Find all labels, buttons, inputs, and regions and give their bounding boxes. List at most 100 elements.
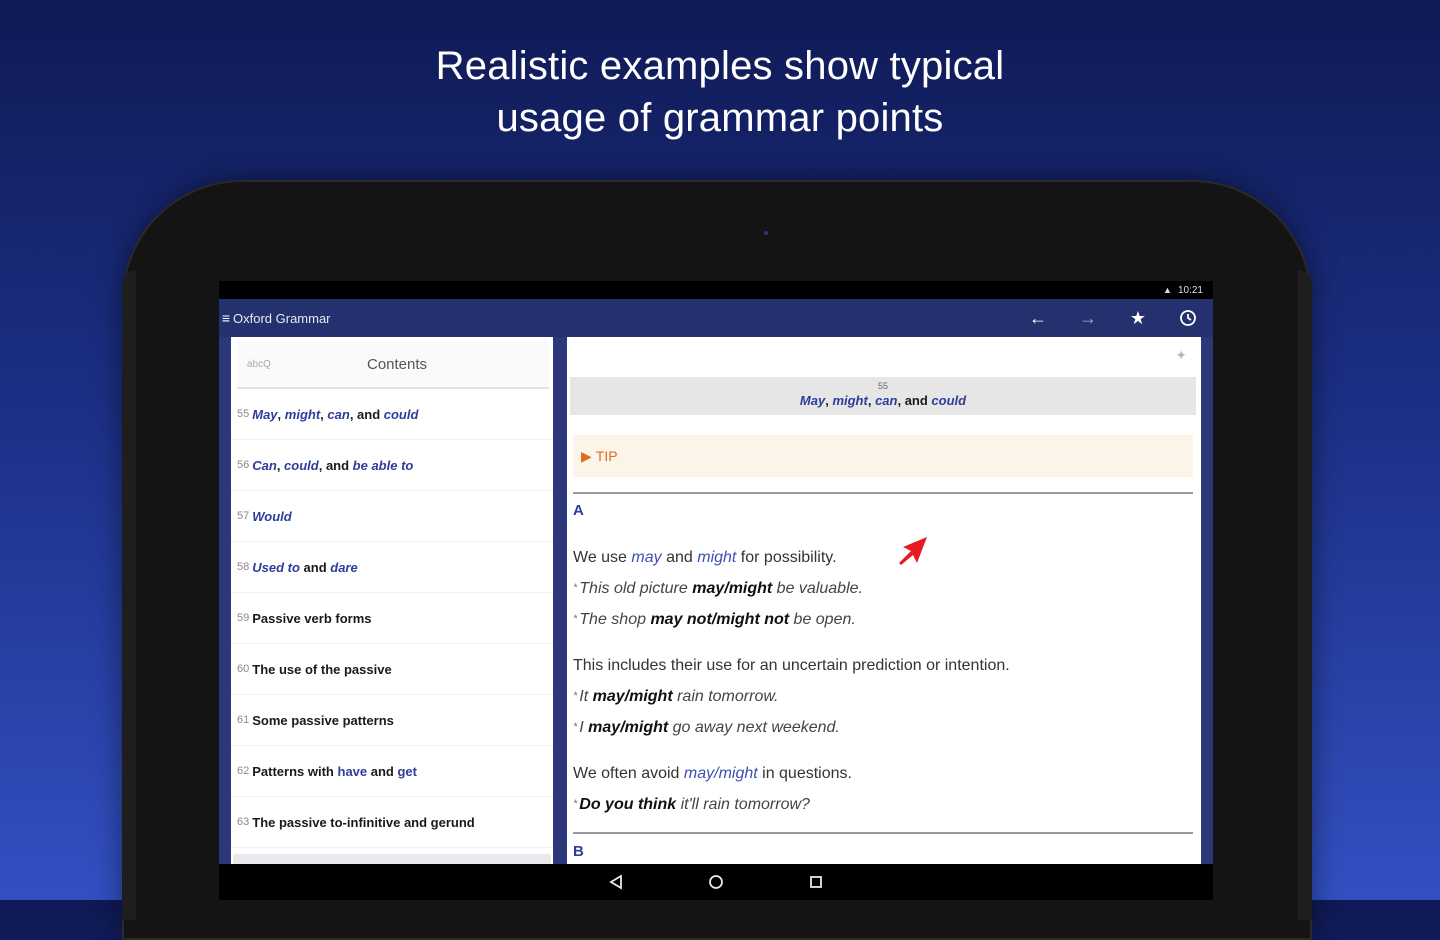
play-triangle-icon: ▶: [581, 447, 592, 464]
example-marker: *: [573, 690, 578, 702]
example-bold: Do you think: [579, 796, 677, 813]
text-run: go away next weekend.: [668, 719, 840, 736]
keyword: might: [697, 549, 737, 566]
status-bar: ▲ 10:21: [219, 281, 1213, 299]
example-marker: *: [573, 798, 578, 810]
star-icon: ★: [1129, 307, 1147, 328]
history-icon: [1180, 310, 1196, 326]
text-run: We often avoid: [573, 765, 684, 782]
circle-home-icon: [709, 875, 723, 889]
toc-title: Used to and dare: [252, 559, 358, 575]
article-pane: ✦ 55 May, might, can, and could ▶ TIP A …: [567, 337, 1201, 900]
paragraph-text: We use may and might for possibility.: [573, 542, 1193, 573]
toc-number: 55: [237, 408, 250, 420]
example-sentence: * The shop may not/might not be open.: [573, 604, 1193, 635]
example-bold: may/might: [588, 719, 669, 736]
forward-arrow-icon: →: [1079, 307, 1097, 328]
toc-number: 63: [237, 816, 250, 828]
text-run: This old picture: [579, 580, 693, 597]
app-title: Oxford Grammar: [233, 310, 331, 326]
section-header: 55 May, might, can, and could: [570, 377, 1196, 415]
history-button[interactable]: [1163, 299, 1213, 337]
section-title: May, might, can, and could: [799, 393, 967, 408]
example-marker: *: [573, 582, 578, 594]
example-bold: may/might: [592, 688, 673, 705]
toc-title: Can, could, and be able to: [252, 457, 414, 473]
toc-item[interactable]: 59 Passive verb forms: [231, 593, 553, 644]
contents-label: Contents: [367, 355, 428, 373]
back-arrow-icon: ←: [1029, 307, 1047, 328]
text-run: It: [579, 688, 593, 705]
toc-list: 55 May, might, can, and could 56 Can, could…: [231, 389, 553, 848]
toc-item[interactable]: 57 Would: [231, 491, 553, 542]
text-run: I: [579, 719, 589, 736]
app-bar: ≡ Oxford Grammar ← → ★: [219, 299, 1213, 337]
example-marker: *: [573, 721, 578, 733]
toc-number: 61: [237, 714, 250, 726]
paragraph-text: We often avoid may/might in questions.: [573, 758, 1193, 789]
example-sentence: * This old picture may/might be valuable.: [573, 573, 1193, 604]
text-run: be open.: [789, 611, 856, 628]
app-bar-actions: ← → ★: [1013, 299, 1213, 337]
divider: [573, 832, 1193, 834]
favorite-button[interactable]: ★: [1113, 299, 1163, 337]
example-sentence: * It may/might rain tomorrow.: [573, 681, 1193, 712]
headline-line-2: usage of grammar points: [496, 96, 944, 140]
toc-number: 60: [237, 663, 250, 675]
text-run: The shop: [579, 611, 651, 628]
section-letter-a: A: [573, 502, 584, 519]
toc-title: Some passive patterns: [252, 712, 394, 728]
toc-title: The use of the passive: [252, 661, 392, 677]
toc-number: 57: [237, 510, 250, 522]
example-sentence: * Do you think it'll rain tomorrow?: [573, 789, 1193, 820]
toc-number: 56: [237, 459, 250, 471]
nav-recents-button[interactable]: [801, 867, 831, 897]
toc-title: Passive verb forms: [252, 610, 372, 626]
toc-number: 58: [237, 561, 250, 573]
section-number: 55: [877, 381, 888, 391]
tablet-right-edge: [1298, 270, 1312, 920]
text-run: and: [661, 549, 698, 566]
toc-title: The passive to-infinitive and gerund: [252, 814, 475, 830]
signal-icon: ▲: [1163, 285, 1172, 295]
android-nav-bar: [219, 864, 1213, 900]
paragraph-questions: We often avoid may/might in questions. *…: [573, 758, 1193, 820]
text-run: in questions.: [757, 765, 852, 782]
tablet-screen: ▲ 10:21 ≡ Oxford Grammar ← → ★ abcQ Cont…: [219, 281, 1213, 900]
red-pointer-arrow-icon: [899, 537, 927, 565]
toc-item[interactable]: 58 Used to and dare: [231, 542, 553, 593]
text-run: We use: [573, 549, 632, 566]
square-recents-icon: [810, 876, 822, 888]
paragraph-prediction: This includes their use for an uncertain…: [573, 650, 1193, 743]
toc-item[interactable]: 60 The use of the passive: [231, 644, 553, 695]
text-run: it'll rain tomorrow?: [676, 796, 810, 813]
paragraph-text: This includes their use for an uncertain…: [573, 657, 1010, 674]
camera-dot: [764, 231, 768, 235]
tip-toggle[interactable]: ▶ TIP: [573, 435, 1193, 477]
toc-item[interactable]: 56 Can, could, and be able to: [231, 440, 553, 491]
tablet-left-edge: [122, 270, 136, 920]
status-time: 10:21: [1177, 284, 1203, 296]
toc-item[interactable]: 55 May, might, can, and could: [231, 389, 553, 440]
toc-item[interactable]: 62 Patterns with have and get: [231, 746, 553, 797]
toc-item[interactable]: 61 Some passive patterns: [231, 695, 553, 746]
example-bold: may not/might not: [650, 611, 790, 628]
text-run: rain tomorrow.: [672, 688, 779, 705]
toc-number: 62: [237, 765, 250, 777]
paragraph-possibility: We use may and might for possibility. * T…: [573, 542, 1193, 635]
tip-label: TIP: [595, 448, 618, 464]
search-placeholder: abcQ: [247, 358, 271, 370]
pin-icon[interactable]: ✦: [1175, 347, 1187, 364]
nav-home-button[interactable]: [701, 867, 731, 897]
example-sentence: * I may/might go away next weekend.: [573, 712, 1193, 743]
forward-button[interactable]: →: [1063, 299, 1113, 337]
keyword: may: [631, 549, 662, 566]
contents-search[interactable]: abcQ Contents: [237, 341, 549, 389]
menu-icon[interactable]: ≡: [219, 310, 233, 326]
toc-item[interactable]: 63 The passive to-infinitive and gerund: [231, 797, 553, 848]
triangle-back-icon: [609, 874, 622, 890]
nav-back-button[interactable]: [601, 867, 631, 897]
back-button[interactable]: ←: [1013, 299, 1063, 337]
section-letter-b: B: [573, 843, 584, 860]
toc-title: Would: [252, 508, 292, 524]
